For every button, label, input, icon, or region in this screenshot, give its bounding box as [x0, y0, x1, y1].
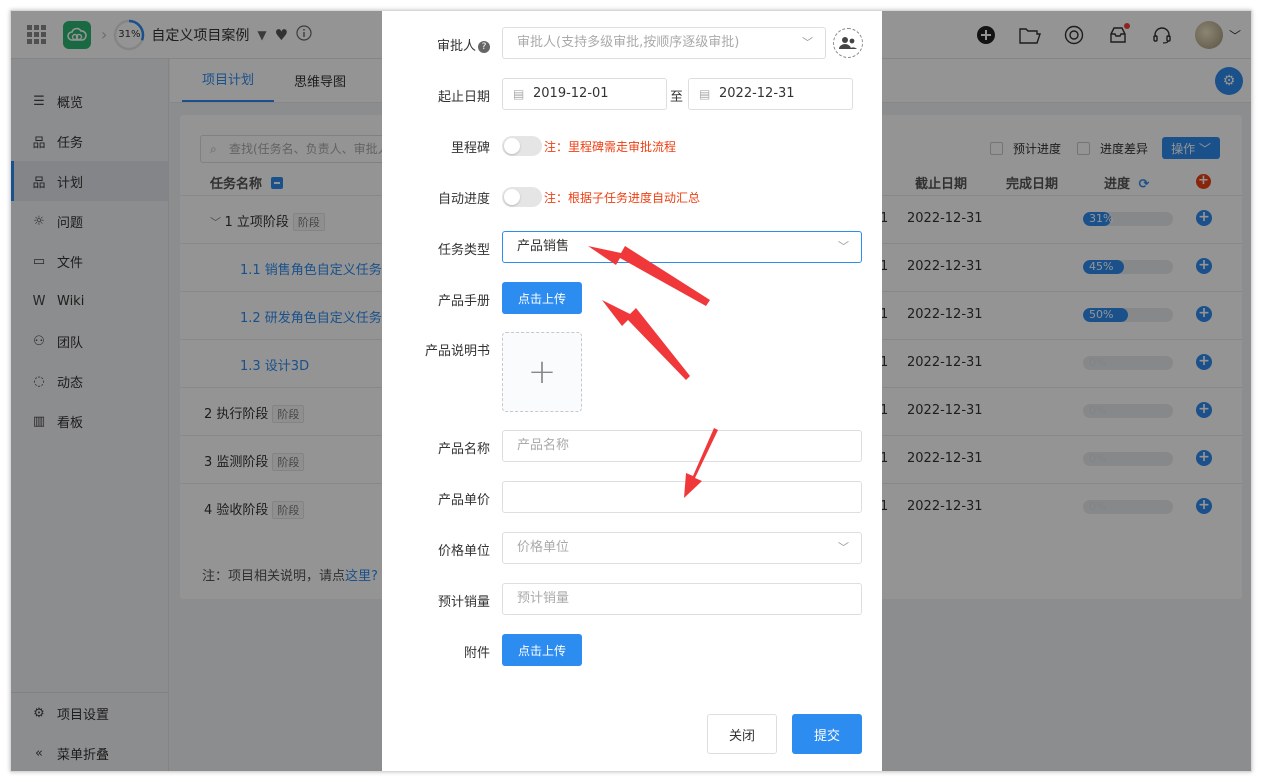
- date-range-label: 起止日期: [437, 90, 490, 105]
- chevron-down-icon: ﹀: [838, 240, 849, 253]
- unit-price-input[interactable]: [502, 481, 862, 513]
- auto-progress-label: 自动进度: [437, 192, 490, 207]
- approver-select[interactable]: 审批人(支持多级审批,按顺序逐级审批) ﹀: [502, 27, 826, 59]
- expected-sales-input[interactable]: 预计销量: [502, 583, 862, 615]
- spec-label: 产品说明书: [424, 344, 490, 359]
- task-type-label: 任务类型: [437, 243, 490, 258]
- approver-label: 审批人?: [437, 35, 490, 54]
- price-unit-label: 价格单位: [437, 544, 490, 559]
- help-icon[interactable]: ?: [478, 41, 490, 53]
- add-approver-group-icon[interactable]: [833, 28, 863, 58]
- calendar-icon: ▤: [513, 87, 525, 101]
- price-unit-placeholder: 价格单位: [517, 540, 570, 555]
- task-form-modal: 审批人? 审批人(支持多级审批,按顺序逐级审批) ﹀ 起止日期 ▤ 2019-1…: [382, 11, 882, 771]
- chevron-down-icon: ﹀: [838, 541, 849, 554]
- product-name-label: 产品名称: [437, 442, 490, 457]
- attachment-label: 附件: [463, 646, 490, 661]
- auto-progress-note: 注：根据子任务进度自动汇总: [544, 191, 701, 205]
- product-name-input[interactable]: 产品名称: [502, 430, 862, 462]
- app-window: › 31% 自定义项目案例 ▼ ♥ ﹀ ☰ 概览 品 任务 品 计划 ☼ 问题 …: [10, 10, 1252, 772]
- submit-button[interactable]: 提交: [792, 714, 862, 754]
- calendar-icon: ▤: [699, 87, 711, 101]
- price-unit-select[interactable]: 价格单位 ﹀: [502, 532, 862, 564]
- date-separator: 至: [670, 90, 684, 105]
- milestone-switch[interactable]: [502, 136, 542, 156]
- task-type-value: 产品销售: [517, 239, 570, 254]
- chevron-down-icon: ﹀: [802, 36, 813, 49]
- plus-icon: +: [527, 352, 557, 392]
- expected-sales-label: 预计销量: [437, 595, 490, 610]
- spec-upload-box[interactable]: +: [502, 332, 582, 412]
- end-date-value: 2022-12-31: [719, 86, 795, 101]
- milestone-note: 注：里程碑需走审批流程: [544, 140, 677, 154]
- end-date-input[interactable]: ▤ 2022-12-31: [688, 78, 853, 110]
- approver-label-text: 审批人: [436, 39, 476, 54]
- manual-label: 产品手册: [437, 294, 490, 309]
- start-date-value: 2019-12-01: [533, 86, 609, 101]
- product-name-placeholder: 产品名称: [517, 438, 570, 453]
- attachment-upload-button[interactable]: 点击上传: [502, 634, 582, 666]
- task-type-select[interactable]: 产品销售 ﹀: [502, 231, 862, 263]
- unit-price-label: 产品单价: [437, 493, 490, 508]
- approver-placeholder: 审批人(支持多级审批,按顺序逐级审批): [517, 35, 740, 50]
- start-date-input[interactable]: ▤ 2019-12-01: [502, 78, 667, 110]
- manual-upload-button[interactable]: 点击上传: [502, 282, 582, 314]
- milestone-label: 里程碑: [450, 141, 490, 156]
- close-button[interactable]: 关闭: [707, 714, 777, 754]
- expected-sales-placeholder: 预计销量: [517, 591, 570, 606]
- auto-progress-switch[interactable]: [502, 187, 542, 207]
